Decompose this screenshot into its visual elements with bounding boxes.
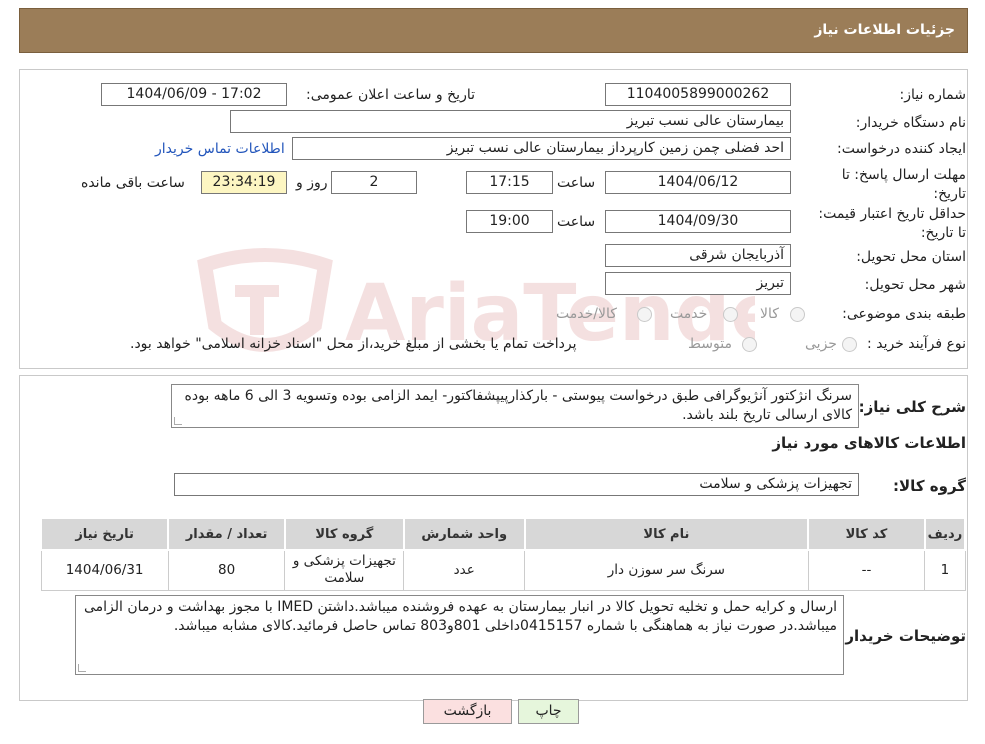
- summary-textarea[interactable]: سرنگ انژکتور آنژیوگرافی طبق درخواست پیوس…: [171, 384, 859, 428]
- validity-time-field: 19:00: [466, 210, 553, 233]
- province-label: استان محل تحویل:: [856, 249, 966, 265]
- deadline-label: مهلت ارسال پاسخ: تا تاریخ:: [841, 167, 966, 202]
- table-cell-quantity: 80: [167, 550, 286, 591]
- column-header: تاریخ نیاز: [39, 517, 170, 551]
- deadline-days-field: 2: [331, 171, 417, 194]
- category-radio-goods-service[interactable]: [637, 307, 652, 322]
- summary-text: سرنگ انژکتور آنژیوگرافی طبق درخواست پیوس…: [184, 388, 852, 423]
- print-button[interactable]: چاپ: [518, 699, 579, 724]
- back-button[interactable]: بازگشت: [423, 699, 512, 724]
- purchase-radio-minor[interactable]: [842, 337, 857, 352]
- table-cell-name: سرنگ سر سوزن دار: [524, 550, 809, 591]
- resize-grip-icon[interactable]: [78, 664, 86, 672]
- purchase-radio-medium[interactable]: [742, 337, 757, 352]
- purchase-option-minor: جزیی: [805, 336, 837, 352]
- category-option-service: خدمت: [670, 306, 708, 322]
- purchase-note: پرداخت تمام یا بخشی از مبلغ خرید،از محل …: [130, 336, 577, 352]
- table-cell-unit: عدد: [403, 550, 526, 591]
- buyer-notes-textarea[interactable]: ارسال و کرایه حمل و تخلیه تحویل کالا در …: [75, 595, 844, 675]
- category-radio-goods[interactable]: [790, 307, 805, 322]
- column-header: کد کالا: [807, 517, 926, 551]
- validity-label: حداقل تاریخ اعتبار قیمت: تا تاریخ:: [818, 206, 966, 241]
- buyer-notes-label: توضیحات خریدار:: [839, 627, 966, 645]
- remaining-time-field: 23:34:19: [201, 171, 287, 194]
- page-title: جزئیات اطلاعات نیاز: [814, 22, 955, 38]
- column-header: تعداد / مقدار: [167, 517, 286, 551]
- buyer-contact-link[interactable]: اطلاعات تماس خریدار: [155, 141, 285, 157]
- column-header: واحد شمارش: [402, 517, 526, 551]
- remaining-time-label: ساعت باقی مانده: [81, 175, 185, 191]
- page-header: جزئیات اطلاعات نیاز: [19, 8, 968, 53]
- buyer-label: نام دستگاه خریدار:: [855, 115, 966, 131]
- column-header: ردیف: [923, 517, 967, 551]
- deadline-time-label: ساعت: [557, 175, 596, 191]
- table-header-row: ردیف کد کالا نام کالا واحد شمارش گروه کا…: [39, 517, 967, 551]
- deadline-date-field: 1404/06/12: [605, 171, 791, 194]
- announce-date-label: تاریخ و ساعت اعلان عمومی:: [306, 87, 475, 103]
- deadline-time-field: 17:15: [466, 171, 553, 194]
- province-field: آذربایجان شرقی: [605, 244, 791, 267]
- purchase-option-medium: متوسط: [688, 336, 732, 352]
- goods-group-field: تجهیزات پزشکی و سلامت: [174, 473, 859, 496]
- table-row: 1 -- سرنگ سر سوزن دار عدد تجهیزات پزشکی …: [40, 550, 966, 591]
- goods-section-title: اطلاعات کالاهای مورد نیاز: [772, 434, 966, 452]
- column-header: گروه کالا: [283, 517, 405, 551]
- announce-date-field: 1404/06/09 - 17:02: [101, 83, 287, 106]
- goods-group-label: گروه کالا:: [893, 477, 966, 495]
- purchase-type-label: نوع فرآیند خرید :: [867, 336, 966, 352]
- table-cell-code: --: [807, 550, 926, 591]
- items-table: ردیف کد کالا نام کالا واحد شمارش گروه کا…: [39, 517, 967, 591]
- buyer-notes-text: ارسال و کرایه حمل و تخلیه تحویل کالا در …: [83, 599, 837, 634]
- creator-field: احد فضلی چمن زمین کارپرداز بیمارستان عال…: [292, 137, 791, 160]
- column-header: نام کالا: [523, 517, 810, 551]
- category-label: طبقه بندی موضوعی:: [842, 306, 966, 322]
- category-radio-service[interactable]: [723, 307, 738, 322]
- need-number-field: 1104005899000262: [605, 83, 791, 106]
- validity-date-field: 1404/09/30: [605, 210, 791, 233]
- need-number-label: شماره نیاز:: [899, 87, 967, 103]
- table-cell-group: تجهیزات پزشکی و سلامت: [284, 550, 405, 591]
- resize-grip-icon[interactable]: [174, 417, 182, 425]
- city-field: تبریز: [605, 272, 791, 295]
- table-cell-row-number: 1: [924, 550, 966, 591]
- creator-label: ایجاد کننده درخواست:: [837, 141, 966, 157]
- category-option-goods: کالا: [760, 306, 779, 322]
- deadline-days-label: روز و: [296, 175, 328, 191]
- category-option-goods-service: کالا/خدمت: [556, 306, 617, 322]
- table-cell-need-date: 1404/06/31: [40, 550, 169, 591]
- summary-label: شرح کلی نیاز:: [858, 398, 966, 416]
- buyer-field: بیمارستان عالی نسب تبریز: [230, 110, 791, 133]
- city-label: شهر محل تحویل:: [864, 277, 966, 293]
- validity-time-label: ساعت: [557, 214, 596, 230]
